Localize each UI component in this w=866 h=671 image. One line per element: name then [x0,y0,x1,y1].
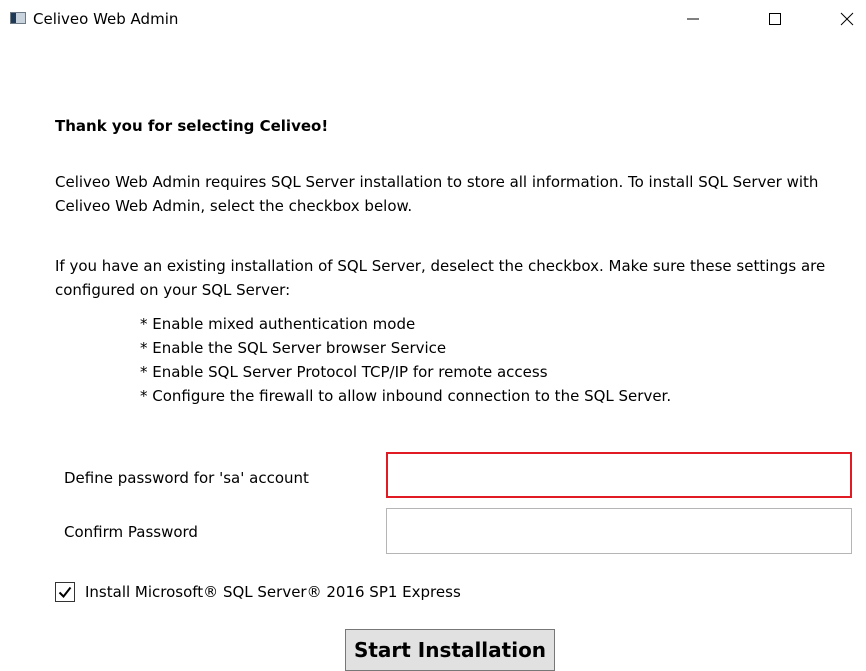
title-bar[interactable]: Celiveo Web Admin [0,0,866,38]
install-sql-checkbox-row[interactable]: Install Microsoft® SQL Server® 2016 SP1 … [55,582,461,602]
close-icon [840,12,854,26]
existing-install-paragraph: If you have an existing installation of … [55,257,826,299]
confirm-password-field[interactable] [386,508,852,554]
checkmark-icon [58,586,72,599]
close-button[interactable] [828,0,866,38]
confirm-password-label: Confirm Password [64,523,198,541]
requirement-item: * Enable SQL Server Protocol TCP/IP for … [140,363,548,381]
requirements-list: * Enable mixed authentication mode * Ena… [140,312,671,408]
password-field[interactable] [386,452,852,498]
requirement-item: * Enable mixed authentication mode [140,315,416,333]
password-label: Define password for 'sa' account [64,469,309,487]
app-window: Celiveo Web Admin Thank you for selectin… [0,0,866,671]
maximize-button[interactable] [752,0,798,38]
intro-paragraph: Celiveo Web Admin requires SQL Server in… [55,173,819,215]
install-sql-checkbox-label: Install Microsoft® SQL Server® 2016 SP1 … [85,583,461,601]
start-installation-button[interactable]: Start Installation [345,629,555,671]
requirement-item: * Configure the firewall to allow inboun… [140,387,672,405]
minimize-button[interactable] [670,0,716,38]
requirement-item: * Enable the SQL Server browser Service [140,339,447,357]
app-icon [10,12,26,24]
maximize-icon [769,13,781,25]
window-title: Celiveo Web Admin [33,10,179,28]
page-heading: Thank you for selecting Celiveo! [55,117,329,135]
install-sql-checkbox[interactable] [55,582,75,602]
minimize-icon [687,18,699,20]
